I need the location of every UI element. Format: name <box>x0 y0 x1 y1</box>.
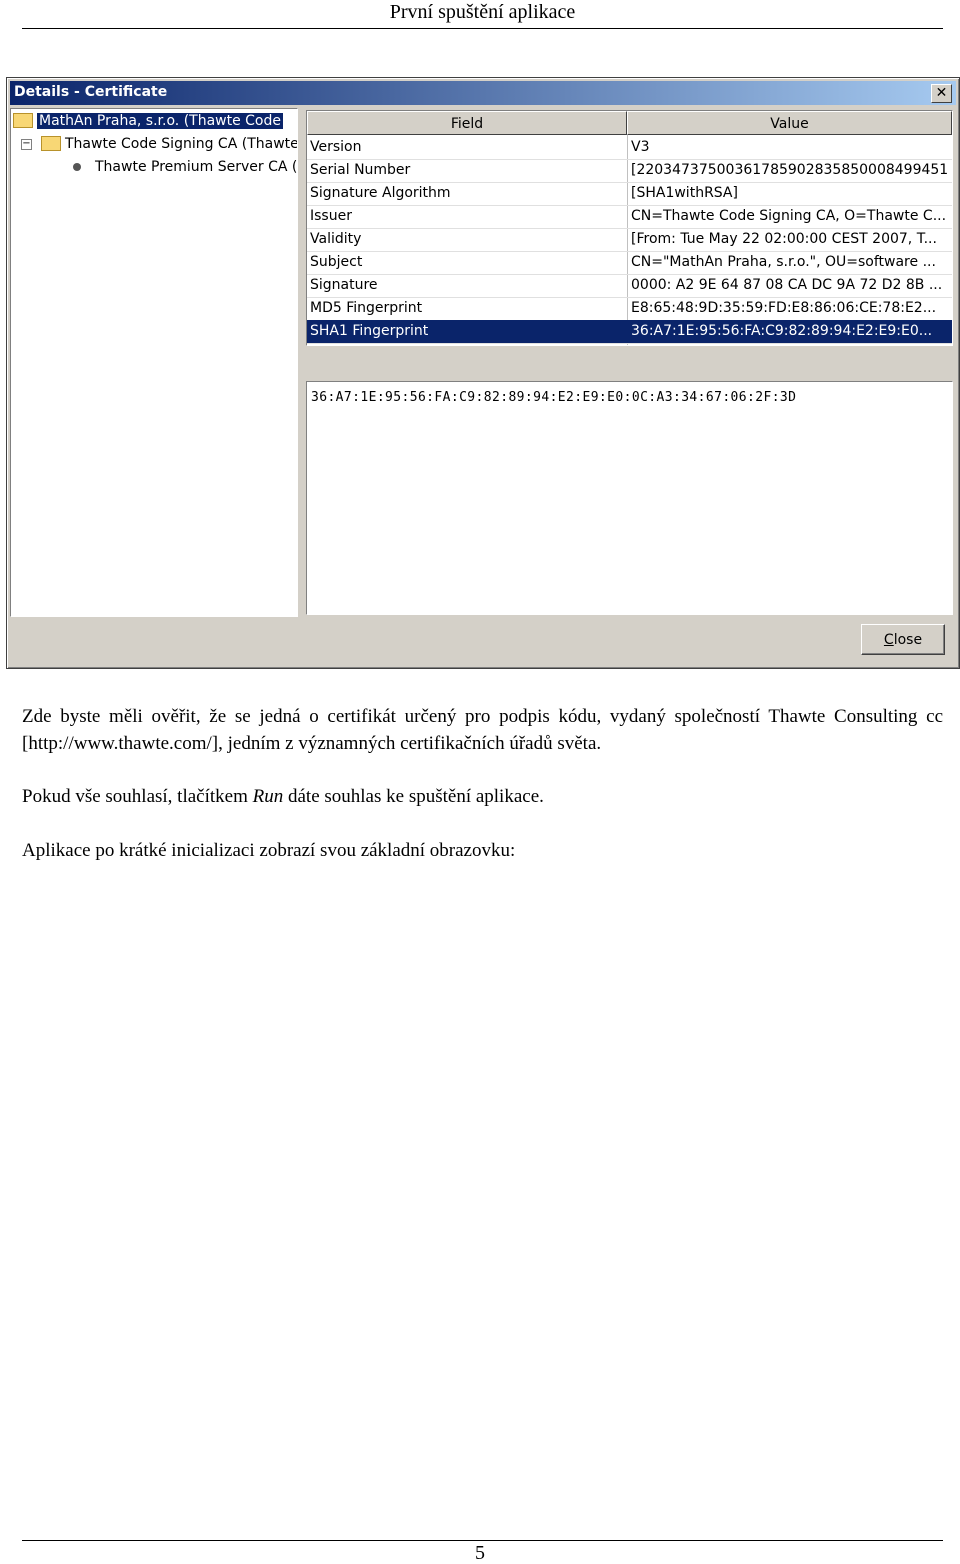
table-row[interactable]: Issuer CN=Thawte Code Signing CA, O=Thawt… <box>307 205 952 229</box>
paragraph-run-end: dáte souhlas ke spuštění aplikace. <box>283 786 544 807</box>
field-cell: MD5 Fingerprint <box>310 300 423 316</box>
field-cell: Validity <box>310 231 362 247</box>
page-header: První spuštění aplikace <box>22 0 943 29</box>
detail-value-text: 36:A7:1E:95:56:FA:C9:82:89:94:E2:E9:E0:0… <box>311 390 797 405</box>
tree-item-mathan[interactable]: MathAn Praha, s.r.o. (Thawte Code <box>13 111 283 131</box>
page-number: 5 <box>475 1542 485 1564</box>
folder-icon <box>41 135 61 151</box>
field-cell: Serial Number <box>310 162 411 178</box>
paragraph-run: Pokud vše souhlasí, tlačítkem Run dáte s… <box>22 783 943 810</box>
field-cell: Issuer <box>310 208 352 224</box>
table-row[interactable]: Serial Number [22034737500361785902835850… <box>307 159 952 183</box>
column-header-field[interactable]: Field <box>307 111 627 135</box>
tree-item-thawte-code-signing[interactable]: Thawte Code Signing CA (Thawte <box>41 134 298 154</box>
value-cell: 0000: A2 9E 64 87 08 CA DC 9A 72 D2 8B .… <box>631 277 943 293</box>
table-row[interactable]: Version V3 <box>307 136 952 160</box>
certificate-details-dialog: Details - Certificate ✕ MathAn Praha, s.… <box>6 77 960 669</box>
field-value-detail-box[interactable]: 36:A7:1E:95:56:FA:C9:82:89:94:E2:E9:E0:0… <box>306 381 953 615</box>
paragraph-run-start: Pokud vše souhlasí, tlačítkem <box>22 786 253 807</box>
tree-item-label: Thawte Premium Server CA ( <box>95 159 298 175</box>
value-cell: E8:65:48:9D:35:59:FD:E8:86:06:CE:78:E2..… <box>631 300 937 316</box>
value-cell: [From: Tue May 22 02:00:00 CEST 2007, T.… <box>631 231 937 247</box>
column-header-value[interactable]: Value <box>627 111 952 135</box>
table-row[interactable]: Validity [From: Tue May 22 02:00:00 CEST … <box>307 228 952 252</box>
field-cell: Signature Algorithm <box>310 185 451 201</box>
table-row[interactable]: Subject CN="MathAn Praha, s.r.o.", OU=sof… <box>307 251 952 275</box>
tree-item-label: MathAn Praha, s.r.o. (Thawte Code <box>37 113 283 129</box>
footer-divider <box>22 1540 943 1541</box>
certificate-tree: MathAn Praha, s.r.o. (Thawte Code − Thaw… <box>10 108 298 617</box>
value-cell: V3 <box>631 139 650 155</box>
dialog-title: Details - Certificate <box>14 84 168 100</box>
value-cell: [SHA1withRSA] <box>631 185 738 201</box>
certificate-fields-table: Field Value Version V3 Serial Number [2203… <box>306 110 953 346</box>
table-row-selected[interactable]: SHA1 Fingerprint 36:A7:1E:95:56:FA:C9:82:… <box>307 320 952 344</box>
table-row[interactable]: MD5 Fingerprint E8:65:48:9D:35:59:FD:E8:8… <box>307 297 952 321</box>
close-icon[interactable]: ✕ <box>931 84 952 103</box>
tree-item-label: Thawte Code Signing CA (Thawte <box>65 136 298 152</box>
tree-item-thawte-premium[interactable]: Thawte Premium Server CA ( <box>73 157 297 177</box>
paragraph-verify: Zde byste měli ověřit, že se jedná o cer… <box>22 706 943 754</box>
field-cell: Version <box>310 139 362 155</box>
field-cell: SHA1 Fingerprint <box>310 323 429 339</box>
leaf-icon <box>73 163 81 171</box>
value-cell: 36:A7:1E:95:56:FA:C9:82:89:94:E2:E9:E0..… <box>631 323 933 339</box>
folder-icon <box>13 112 33 128</box>
dialog-titlebar: Details - Certificate ✕ <box>10 81 956 105</box>
value-cell: CN="MathAn Praha, s.r.o.", OU=software .… <box>631 254 936 270</box>
table-row[interactable]: Signature 0000: A2 9E 64 87 08 CA DC 9A 7… <box>307 274 952 298</box>
value-cell: CN=Thawte Code Signing CA, O=Thawte C... <box>631 208 947 224</box>
run-emphasis: Run <box>252 786 284 807</box>
value-cell: [22034737500361785902835850008499451... <box>631 162 949 178</box>
table-row[interactable]: Signature Algorithm [SHA1withRSA] <box>307 182 952 206</box>
field-cell: Subject <box>310 254 363 270</box>
collapse-icon[interactable]: − <box>21 139 32 150</box>
close-button[interactable]: Close <box>861 624 945 655</box>
field-cell: Signature <box>310 277 378 293</box>
paragraph-init: Aplikace po krátké inicializaci zobrazí … <box>22 840 516 861</box>
